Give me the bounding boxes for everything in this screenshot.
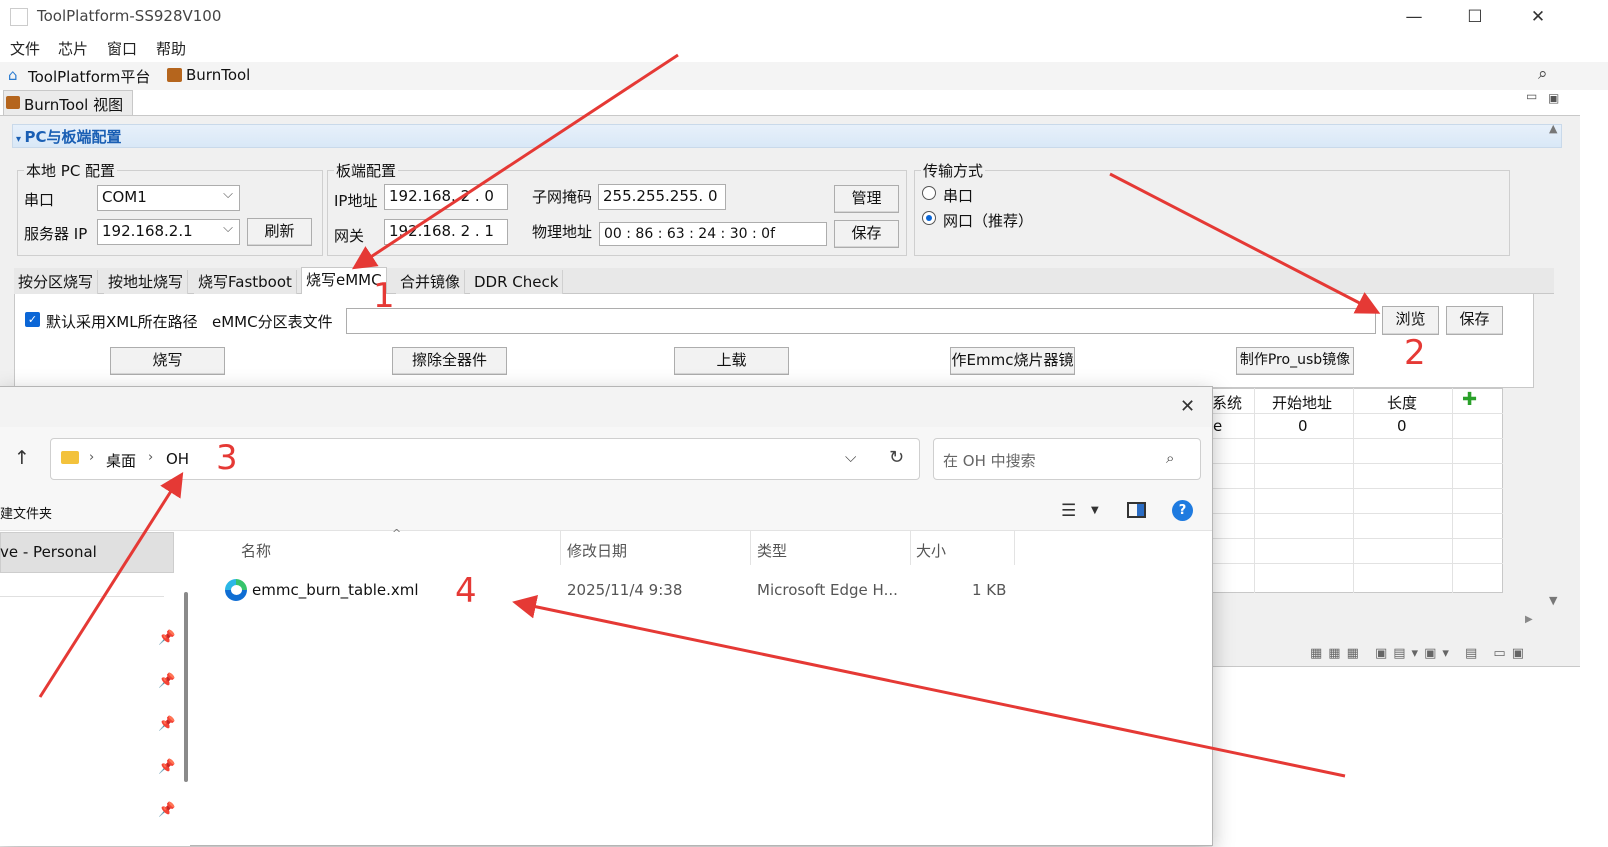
arrow-4 [512,594,1346,778]
annotation-number-3: 3 [216,438,238,478]
annotation-number-2: 2 [1404,333,1426,373]
annotation-number-4: 4 [455,571,477,611]
annotation-number-1: 1 [373,276,395,316]
arrow-1 [351,53,679,270]
arrow-3 [38,471,184,698]
annotation-arrows [38,53,1381,778]
arrow-2 [1109,172,1381,314]
